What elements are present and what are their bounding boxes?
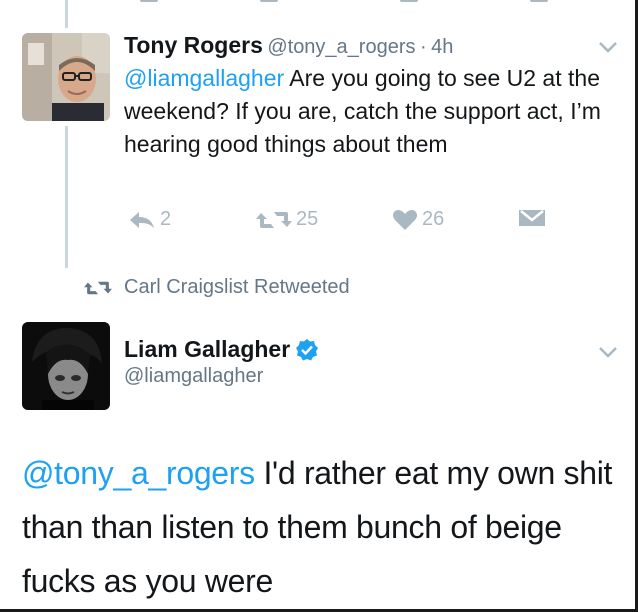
chevron-down-icon[interactable] (597, 345, 619, 359)
mention-link[interactable]: @liamgallagher (124, 65, 284, 91)
tweet-main-text: @tony_a_rogers I'd rather eat my own shi… (22, 446, 622, 608)
thread-line (65, 126, 68, 268)
author-name[interactable]: Tony Rogers (124, 32, 263, 58)
tweet-main-header: Liam Gallagher @liamgallagher (124, 336, 319, 388)
retweet-context-label: Carl Craigslist Retweeted (124, 276, 350, 298)
author-handle[interactable]: @tony_a_rogers (267, 36, 415, 58)
verified-badge-icon (296, 338, 319, 360)
retweet-icon (256, 211, 292, 228)
author-name[interactable]: Liam Gallagher (124, 336, 290, 363)
thread-line-top (65, 0, 68, 28)
reply-count: 2 (160, 208, 172, 230)
reply-icon (130, 211, 154, 228)
like-button[interactable]: 26 (392, 208, 444, 231)
heart-icon (393, 209, 417, 230)
like-count: 26 (422, 208, 445, 230)
mention-link[interactable]: @tony_a_rogers (22, 455, 255, 491)
reply-button[interactable]: 2 (128, 208, 171, 231)
author-handle[interactable]: @liamgallagher (124, 365, 318, 388)
retweet-icon (84, 281, 112, 294)
avatar-tony-rogers[interactable] (22, 33, 110, 121)
tweet-timestamp[interactable]: 4h (431, 36, 453, 58)
retweet-count: 25 (296, 208, 319, 230)
tweet-reply-text: @liamgallagher Are you going to see U2 a… (124, 62, 604, 161)
previous-tweet-actions-cut (130, 0, 560, 6)
retweet-button[interactable]: 25 (256, 208, 318, 231)
envelope-icon (519, 210, 545, 226)
avatar-liam-gallagher[interactable] (22, 322, 110, 410)
retweet-context[interactable]: Carl Craigslist Retweeted (84, 276, 350, 299)
time-separator: · (419, 36, 427, 58)
tweet-reply-header: Tony Rogers @tony_a_rogers · 4h (124, 32, 453, 59)
tweet-actions: 2 25 26 (124, 208, 554, 238)
chevron-down-icon[interactable] (597, 40, 619, 54)
direct-message-button[interactable] (519, 208, 549, 228)
